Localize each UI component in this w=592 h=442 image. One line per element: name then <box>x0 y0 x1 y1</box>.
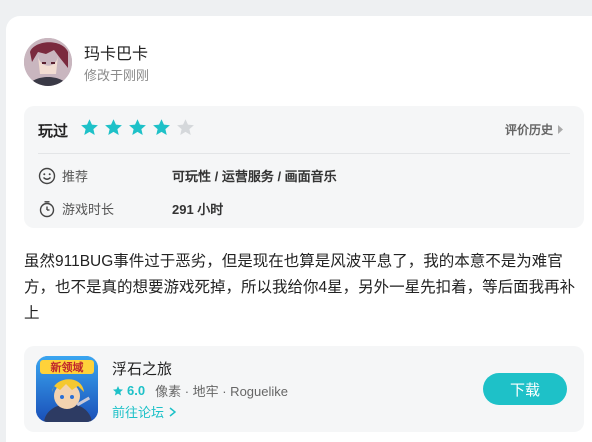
download-button[interactable]: 下载 <box>483 373 567 405</box>
game-score: 6.0 <box>112 383 145 398</box>
review-body: 虽然911BUG事件过于恶劣，但是现在也算是风波平息了，我的本意不是为难官方，也… <box>24 253 576 322</box>
star-filled-icon <box>153 119 170 136</box>
forum-link[interactable]: 前往论坛 <box>112 402 177 421</box>
forum-link-label: 前往论坛 <box>112 405 165 420</box>
star-filled-icon <box>81 119 98 136</box>
game-icon[interactable]: 新领域 <box>36 356 98 422</box>
recommend-row: 推荐 可玩性 / 运营服务 / 画面音乐 <box>38 166 337 185</box>
rating-history-link[interactable]: 评价历史 <box>505 121 564 138</box>
avatar[interactable] <box>24 38 72 86</box>
smiley-icon <box>38 167 56 184</box>
rating-info-box: 玩过 评价历史 推荐 可玩性 / 运营服务 / 画面音乐 游戏时长 291 小时 <box>24 106 584 228</box>
author-name[interactable]: 玛卡巴卡 <box>84 40 148 64</box>
star-empty-icon <box>177 119 194 136</box>
star-filled-icon <box>105 119 122 136</box>
rating-history-label: 评价历史 <box>504 123 553 137</box>
game-meta: 6.0 像素 · 地牢 · Roguelike <box>112 381 288 400</box>
stopwatch-icon <box>39 200 55 217</box>
game-title[interactable]: 浮石之旅 <box>112 358 172 379</box>
recommend-label: 推荐 <box>62 169 89 184</box>
game-icon-badge: 新领域 <box>51 360 84 374</box>
recommend-value: 可玩性 / 运营服务 / 画面音乐 <box>172 169 337 184</box>
chevron-right-icon <box>558 125 563 134</box>
playtime-label: 游戏时长 <box>62 202 115 217</box>
played-status: 玩过 <box>38 123 69 140</box>
chevron-right-icon <box>169 406 177 417</box>
playtime-value: 291 小时 <box>172 202 224 217</box>
star-filled-icon <box>129 119 146 136</box>
playtime-row: 游戏时长 291 小时 <box>38 199 223 218</box>
edit-time: 修改于刚刚 <box>84 68 150 83</box>
game-card[interactable]: 新领域 浮石之旅 6.0 像素 · 地牢 · Roguelike 前往论坛 下载 <box>24 346 584 432</box>
game-tags: 像素 · 地牢 · Roguelike <box>155 384 288 399</box>
star-icon <box>113 385 123 395</box>
game-score-value: 6.0 <box>127 383 146 398</box>
divider <box>38 153 570 154</box>
star-rating <box>80 118 200 137</box>
